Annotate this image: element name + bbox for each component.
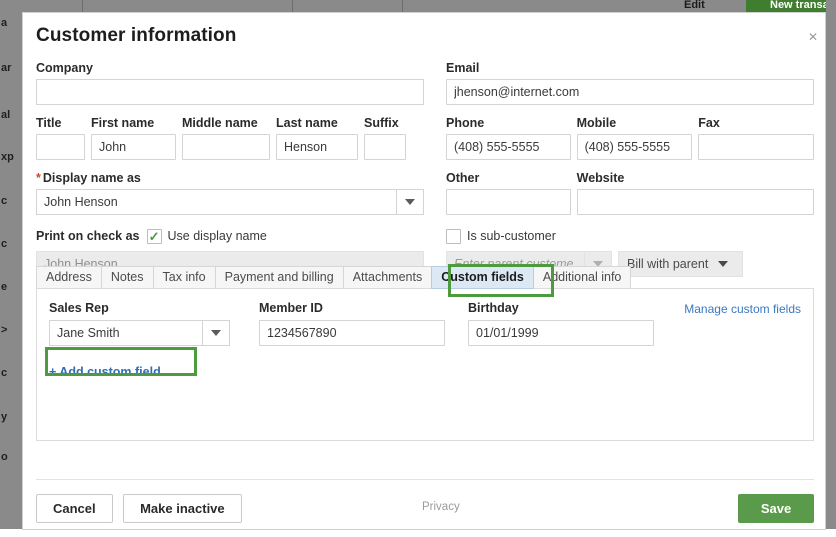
bg-edit-label: Edit [684, 0, 705, 11]
other-input[interactable] [446, 189, 571, 215]
bg-fragment: y [1, 411, 8, 423]
tab-custom-fields[interactable]: Custom fields [431, 266, 534, 289]
bg-fragment: o [1, 451, 8, 463]
custom-field-birthday: Birthday [468, 301, 668, 346]
other-website-row: Other Website [446, 171, 814, 215]
title-input[interactable] [36, 134, 85, 160]
email-field[interactable] [446, 79, 814, 105]
last-name-input[interactable] [276, 134, 358, 160]
bg-fragment: c [1, 238, 8, 250]
phone-input[interactable] [446, 134, 571, 160]
suffix-label: Suffix [364, 116, 399, 130]
bill-with-parent-value: Bill with parent [627, 257, 709, 271]
print-on-check-label: Print on check as [36, 229, 140, 243]
bill-with-parent-select: Bill with parent [618, 251, 743, 277]
use-display-name-checkbox[interactable]: ✓ [146, 228, 162, 244]
privacy-link[interactable]: Privacy [422, 501, 460, 513]
footer-divider [36, 479, 814, 480]
birthday-label: Birthday [468, 301, 519, 315]
tab-additional-info[interactable]: Additional info [532, 266, 632, 289]
title-label: Title [36, 116, 62, 130]
manage-custom-fields-link[interactable]: Manage custom fields [684, 302, 801, 316]
tab-tax-info[interactable]: Tax info [152, 266, 216, 289]
bg-fragment: a [1, 17, 8, 29]
custom-fields-panel: Sales Rep Jane Smith Member ID Birthday … [36, 288, 814, 441]
bg-fragment: al [1, 109, 11, 121]
member-id-input[interactable] [259, 320, 445, 346]
tab-address[interactable]: Address [36, 266, 102, 289]
bg-fragment: ar [1, 62, 12, 74]
customer-information-modal: ✕ Customer information Company Title Fir… [22, 12, 826, 530]
bg-fragment: xp [1, 151, 14, 163]
first-name-label: First name [91, 116, 155, 130]
form-left-column: Company Title First name Middle name [36, 61, 424, 277]
required-marker: * [36, 171, 41, 185]
backdrop-bottom-strip [0, 529, 836, 537]
company-label: Company [36, 61, 93, 75]
first-name-input[interactable] [91, 134, 176, 160]
custom-field-member-id: Member ID [259, 301, 468, 346]
tab-notes[interactable]: Notes [100, 266, 154, 289]
other-label: Other [446, 171, 480, 185]
fax-input[interactable] [698, 134, 814, 160]
birthday-input[interactable] [468, 320, 654, 346]
is-sub-customer-label: Is sub-customer [467, 229, 556, 243]
website-input[interactable] [576, 189, 814, 215]
sales-rep-label: Sales Rep [49, 301, 109, 315]
name-fields-row: Title First name Middle name Last name [36, 116, 424, 160]
tab-attachments[interactable]: Attachments [342, 266, 433, 289]
member-id-label: Member ID [259, 301, 323, 315]
chevron-down-icon[interactable] [396, 189, 424, 215]
cancel-button[interactable]: Cancel [36, 494, 113, 523]
close-icon[interactable]: ✕ [807, 31, 819, 43]
modal-footer: Cancel Make inactive Privacy Save [36, 494, 814, 524]
display-name-label: * Display name as [36, 171, 424, 186]
website-label: Website [576, 171, 625, 185]
bg-fragment: e [1, 281, 8, 293]
sales-rep-select[interactable]: Jane Smith [49, 320, 230, 346]
phone-label: Phone [446, 116, 485, 130]
tab-payment-and-billing[interactable]: Payment and billing [214, 266, 344, 289]
use-display-name-label: Use display name [167, 229, 267, 243]
bg-fragment: c [1, 195, 8, 207]
is-sub-customer-checkbox[interactable] [446, 228, 461, 244]
page-title: Customer information [36, 25, 237, 46]
save-button[interactable]: Save [738, 494, 814, 523]
backdrop-right-strip [826, 0, 836, 537]
company-input[interactable] [36, 79, 424, 105]
screen: a ar al xp c c e > c y o Edit New transa… [0, 0, 836, 537]
mobile-input[interactable] [576, 134, 693, 160]
fax-label: Fax [698, 116, 720, 130]
chevron-down-icon [718, 261, 729, 267]
make-inactive-button[interactable]: Make inactive [123, 494, 242, 523]
check-icon: ✓ [148, 228, 160, 244]
backdrop-left-strip: a ar al xp c c e > c y o [0, 0, 22, 537]
add-custom-field-button[interactable]: + Add custom field [49, 365, 161, 379]
display-name-value: John Henson [36, 189, 396, 215]
display-name-select[interactable]: John Henson [36, 189, 424, 215]
form-right-column: Email Phone Mobile Fax [446, 61, 814, 277]
display-name-label-text: Display name as [42, 171, 141, 185]
middle-name-label: Middle name [182, 116, 258, 130]
bg-fragment: > [1, 324, 8, 336]
bg-fragment: c [1, 367, 8, 379]
is-sub-customer-row: Is sub-customer [446, 226, 814, 246]
last-name-label: Last name [276, 116, 338, 130]
middle-name-input[interactable] [182, 134, 270, 160]
tab-bar: Address Notes Tax info Payment and billi… [36, 266, 632, 289]
mobile-label: Mobile [576, 116, 617, 130]
email-label: Email [446, 61, 480, 75]
print-on-check-row: Print on check as ✓ Use display name [36, 226, 424, 246]
chevron-down-icon[interactable] [202, 320, 230, 346]
phone-fields-row: Phone Mobile Fax [446, 116, 814, 160]
suffix-input[interactable] [364, 134, 406, 160]
sales-rep-value: Jane Smith [49, 320, 202, 346]
custom-field-sales-rep: Sales Rep Jane Smith [49, 301, 259, 346]
